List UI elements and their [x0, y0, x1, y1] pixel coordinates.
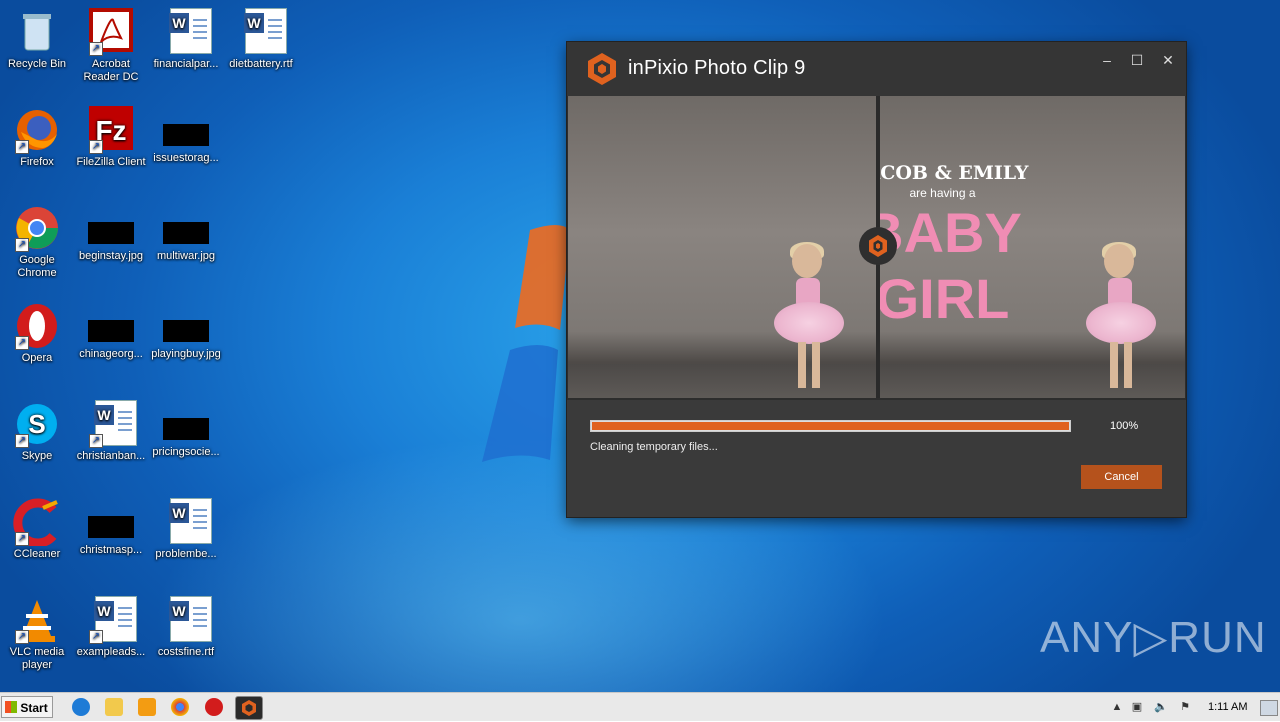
- volume-icon[interactable]: 🔈: [1154, 700, 1168, 714]
- inpixio-logo-icon: [588, 53, 616, 85]
- image-thumbnail: [88, 516, 134, 538]
- issuestorag-label: issuestorag...: [153, 152, 219, 164]
- issuestorag-icon[interactable]: issuestorag...: [149, 106, 223, 165]
- beginstay-jpg-icon[interactable]: beginstay.jpg: [74, 204, 148, 263]
- filezilla-client-label: FileZilla Client: [76, 156, 146, 168]
- opera-icon[interactable]: ↗ Opera: [0, 302, 74, 365]
- exampleads-icon[interactable]: W ↗ exampleads...: [74, 596, 148, 659]
- costsfine-rtf-label: costsfine.rtf: [157, 646, 215, 658]
- multiwar-jpg-icon[interactable]: multiwar.jpg: [149, 204, 223, 263]
- close-button[interactable]: ✕: [1154, 50, 1182, 70]
- girl-figure: [768, 242, 848, 394]
- word-document-icon: W: [169, 8, 212, 54]
- window-title: inPixio Photo Clip 9: [628, 57, 806, 79]
- chinageorg-label: chinageorg...: [79, 348, 143, 360]
- inpixio-window[interactable]: inPixio Photo Clip 9 – ☐ ✕ JACOB & EMILY…: [567, 42, 1186, 517]
- opera-taskbar-icon[interactable]: [205, 698, 223, 716]
- christianban-label: christianban...: [76, 450, 146, 462]
- image-text-names: JACOB & EMILY: [880, 162, 1029, 184]
- system-clock[interactable]: 1:11 AM: [1208, 701, 1248, 713]
- multiwar-jpg-label: multiwar.jpg: [156, 250, 216, 262]
- svg-text:S: S: [28, 409, 45, 439]
- show-desktop-button[interactable]: [1260, 700, 1278, 716]
- maximize-button[interactable]: ☐: [1123, 50, 1151, 70]
- image-text-subtitle: are having a: [909, 186, 976, 200]
- christianban-icon[interactable]: W ↗ christianban...: [74, 400, 148, 463]
- anyrun-watermark: ANY▷RUN: [1040, 613, 1267, 662]
- cancel-button[interactable]: Cancel: [1081, 465, 1162, 489]
- progress-bar-fill: [592, 422, 1069, 430]
- image-text-girl: GIRL: [880, 267, 1010, 330]
- skype-icon[interactable]: S ↗ Skype: [0, 400, 74, 463]
- problembe-icon[interactable]: W problembe...: [149, 498, 223, 561]
- skype-label: Skype: [21, 450, 53, 462]
- recycle-bin-icon[interactable]: Recycle Bin: [0, 8, 74, 71]
- firefox-label: Firefox: [20, 156, 54, 168]
- exampleads-label: exampleads...: [76, 646, 146, 658]
- recycle-bin-label: Recycle Bin: [7, 58, 67, 70]
- internet-explorer-icon[interactable]: [72, 698, 90, 716]
- before-photo: [568, 96, 876, 398]
- image-text-baby: BABY: [880, 201, 1022, 264]
- inpixio-taskbar-icon[interactable]: [235, 696, 263, 720]
- network-icon[interactable]: ▣: [1130, 700, 1144, 714]
- pricingsocie-icon[interactable]: pricingsocie...: [149, 400, 223, 459]
- image-thumbnail: [88, 320, 134, 342]
- filezilla-client-icon[interactable]: Fz ↗ FileZilla Client: [74, 106, 148, 169]
- dietbattery-rtf-label: dietbattery.rtf: [229, 58, 293, 70]
- file-explorer-icon[interactable]: [105, 698, 123, 716]
- image-thumbnail: [163, 418, 209, 440]
- acrobat-reader-icon[interactable]: ↗ Acrobat Reader DC: [74, 8, 148, 84]
- after-photo: JACOB & EMILY are having a BABY GIRL: [880, 96, 1185, 398]
- show-hidden-icons-icon[interactable]: ▲: [1110, 700, 1124, 714]
- christmasp-icon[interactable]: christmasp...: [74, 498, 148, 557]
- windows-flag-icon: [5, 701, 17, 713]
- dietbattery-rtf-icon[interactable]: W dietbattery.rtf: [224, 8, 298, 71]
- acrobat-reader-label: Acrobat Reader DC: [83, 58, 139, 83]
- financialpar-label: financialpar...: [153, 58, 219, 70]
- vlc-media-player-label: VLC media player: [9, 646, 65, 671]
- ccleaner-label: CCleaner: [13, 548, 61, 560]
- image-thumbnail: [163, 320, 209, 342]
- christmasp-label: christmasp...: [79, 544, 143, 556]
- progress-bar: [590, 420, 1071, 432]
- progress-percent: 100%: [1110, 420, 1139, 432]
- problembe-label: problembe...: [155, 548, 217, 560]
- chinageorg-icon[interactable]: chinageorg...: [74, 302, 148, 361]
- ccleaner-icon[interactable]: ↗ CCleaner: [0, 498, 74, 561]
- image-thumbnail: [163, 222, 209, 244]
- taskbar: Start ▲ ▣ 🔈 ⚑ 1:11 AM: [0, 692, 1280, 721]
- word-document-icon: W: [169, 596, 212, 642]
- action-center-flag-icon[interactable]: ⚑: [1178, 700, 1192, 714]
- image-thumbnail: [88, 222, 134, 244]
- image-thumbnail: [163, 124, 209, 146]
- progress-area: 100% Cleaning temporary files... Cancel: [567, 400, 1186, 517]
- playingbuy-jpg-label: playingbuy.jpg: [151, 348, 221, 360]
- costsfine-rtf-icon[interactable]: W costsfine.rtf: [149, 596, 223, 659]
- firefox-icon[interactable]: ↗ Firefox: [0, 106, 74, 169]
- pricingsocie-label: pricingsocie...: [152, 446, 220, 458]
- google-chrome-icon[interactable]: ↗ Google Chrome: [0, 204, 74, 280]
- progress-status: Cleaning temporary files...: [590, 441, 718, 453]
- media-player-icon[interactable]: [138, 698, 156, 716]
- opera-label: Opera: [21, 352, 53, 364]
- before-after-preview: JACOB & EMILY are having a BABY GIRL: [567, 96, 1186, 400]
- start-label: Start: [20, 701, 48, 715]
- vlc-media-player-icon[interactable]: ↗ VLC media player: [0, 596, 74, 672]
- word-document-icon: W: [169, 498, 212, 544]
- beginstay-jpg-label: beginstay.jpg: [78, 250, 143, 262]
- compare-handle-icon[interactable]: [859, 227, 897, 265]
- chrome-taskbar-icon[interactable]: [171, 698, 189, 716]
- title-bar[interactable]: inPixio Photo Clip 9 – ☐ ✕: [567, 42, 1186, 96]
- google-chrome-label: Google Chrome: [17, 254, 57, 279]
- word-document-icon: W: [244, 8, 287, 54]
- playingbuy-jpg-icon[interactable]: playingbuy.jpg: [149, 302, 223, 361]
- financialpar-icon[interactable]: W financialpar...: [149, 8, 223, 71]
- start-button[interactable]: Start: [1, 696, 53, 718]
- minimize-button[interactable]: –: [1093, 50, 1121, 70]
